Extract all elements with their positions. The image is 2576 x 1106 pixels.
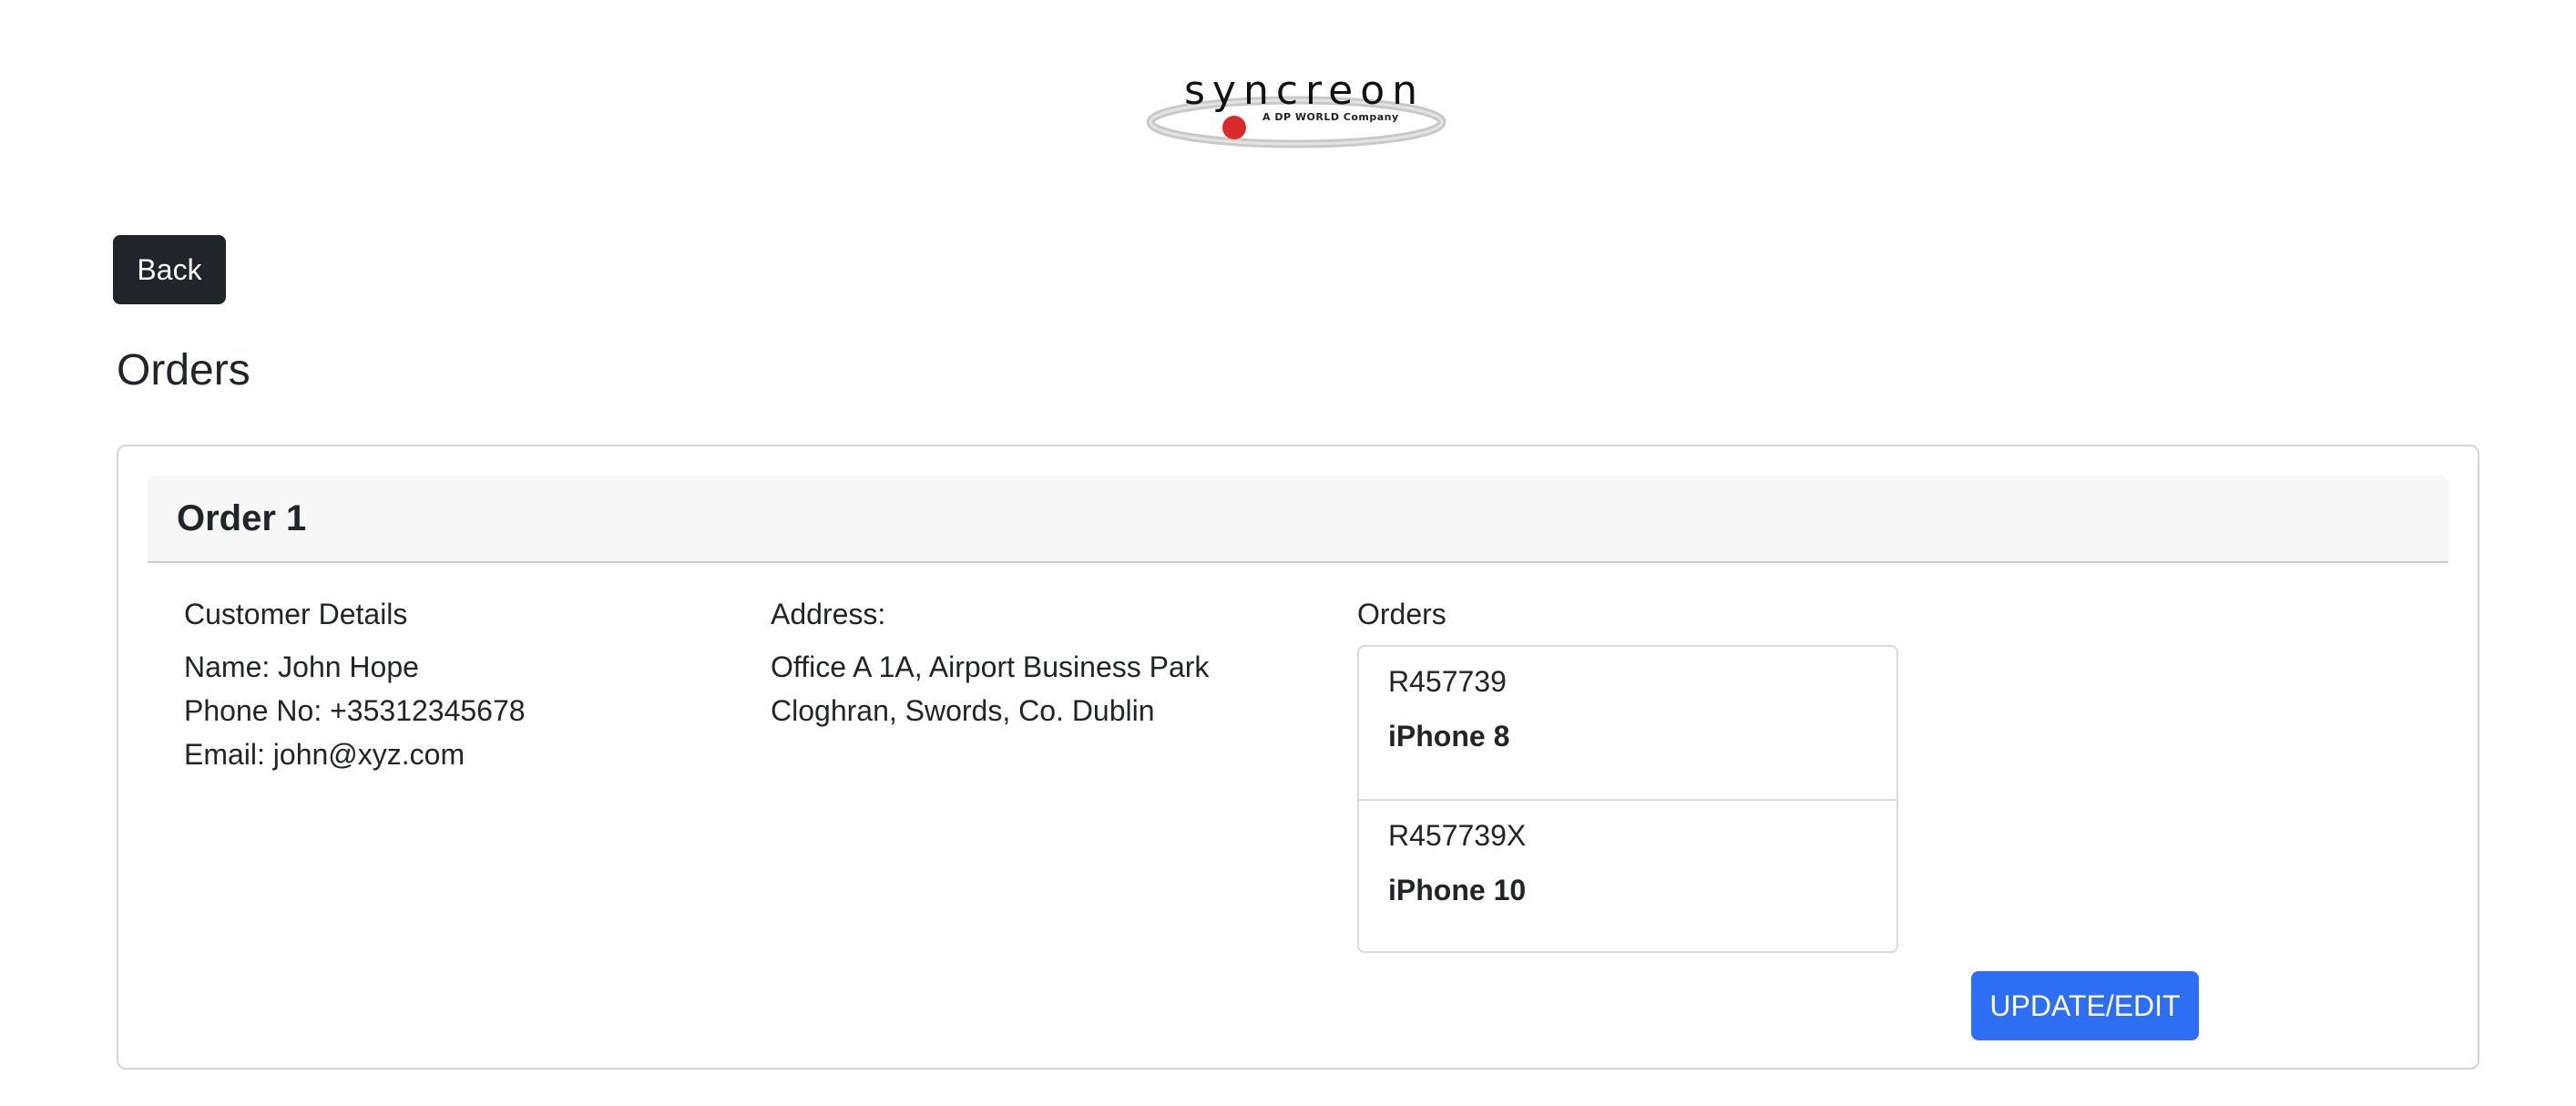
address-line-2: Cloghran, Swords, Co. Dublin xyxy=(771,694,1155,727)
customer-details-section: Customer Details Name: John Hope Phone N… xyxy=(184,592,749,776)
update-edit-button[interactable]: UPDATE/EDIT xyxy=(1971,971,2199,1040)
order-card: Order 1 Customer Details Name: John Hope… xyxy=(117,445,2479,1070)
order-item-name: iPhone 8 xyxy=(1388,720,1510,753)
logo-red-dot xyxy=(1222,116,1246,139)
order-item-code: R457739 xyxy=(1388,665,1507,698)
order-item-name: iPhone 10 xyxy=(1388,874,1527,906)
list-item[interactable]: R457739 iPhone 8 xyxy=(1359,647,1896,799)
customer-email: Email: john@xyz.com xyxy=(184,738,465,771)
customer-name: Name: John Hope xyxy=(184,650,419,683)
address-section: Address: Office A 1A, Airport Business P… xyxy=(771,592,1335,732)
order-card-header: Order 1 xyxy=(148,476,2448,563)
order-item-code: R457739X xyxy=(1388,819,1527,852)
customer-phone: Phone No: +35312345678 xyxy=(184,694,526,727)
order-title: Order 1 xyxy=(177,497,307,538)
address-heading: Address: xyxy=(771,598,886,630)
logo-wordmark: syncreon xyxy=(1184,67,1425,114)
orders-list: R457739 iPhone 8 R457739X iPhone 10 xyxy=(1357,645,1898,953)
logo-tagline: A DP WORLD Company xyxy=(1262,111,1399,123)
address-line-1: Office A 1A, Airport Business Park xyxy=(771,650,1210,683)
orders-heading: Orders xyxy=(1357,598,1446,630)
page-title: Orders xyxy=(117,346,250,394)
orders-section: Orders R457739 iPhone 8 R457739X iPhone … xyxy=(1357,592,1898,953)
page: syncreon A DP WORLD Company Back Orders … xyxy=(0,0,2576,1106)
list-item[interactable]: R457739X iPhone 10 xyxy=(1359,799,1896,951)
customer-details-heading: Customer Details xyxy=(184,598,408,630)
back-button[interactable]: Back xyxy=(113,235,226,304)
logo-graphic: syncreon A DP WORLD Company xyxy=(1146,67,1446,148)
syncreon-logo: syncreon A DP WORLD Company xyxy=(1146,56,1446,157)
